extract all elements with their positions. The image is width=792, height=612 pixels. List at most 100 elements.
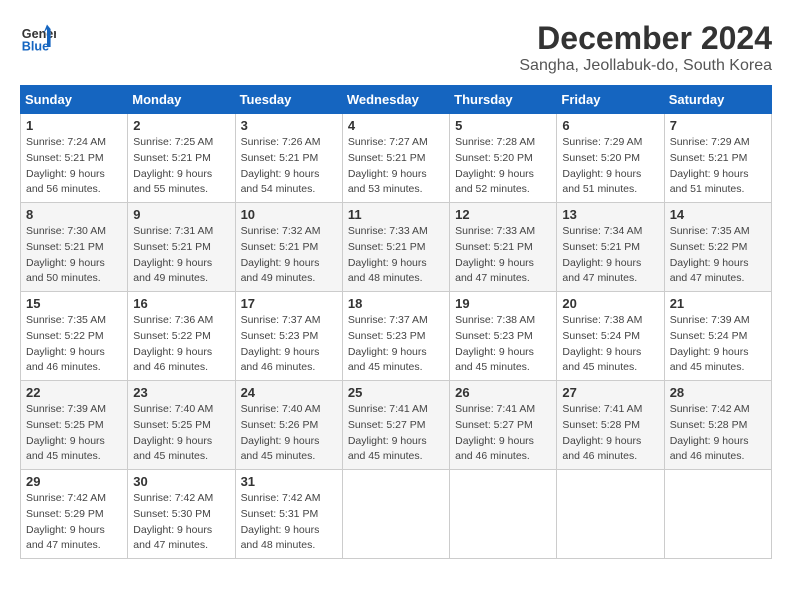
calendar-week-row: 8 Sunrise: 7:30 AM Sunset: 5:21 PM Dayli…: [21, 203, 772, 292]
day-number: 6: [562, 118, 658, 133]
day-info: Sunrise: 7:36 AM Sunset: 5:22 PM Dayligh…: [133, 313, 229, 376]
calendar-day-cell: 18 Sunrise: 7:37 AM Sunset: 5:23 PM Dayl…: [342, 292, 449, 381]
calendar-day-cell: 20 Sunrise: 7:38 AM Sunset: 5:24 PM Dayl…: [557, 292, 664, 381]
day-number: 26: [455, 385, 551, 400]
weekday-header: Tuesday: [235, 86, 342, 114]
calendar-day-cell: 16 Sunrise: 7:36 AM Sunset: 5:22 PM Dayl…: [128, 292, 235, 381]
calendar-day-cell: 30 Sunrise: 7:42 AM Sunset: 5:30 PM Dayl…: [128, 470, 235, 559]
day-info: Sunrise: 7:35 AM Sunset: 5:22 PM Dayligh…: [26, 313, 122, 376]
day-info: Sunrise: 7:42 AM Sunset: 5:29 PM Dayligh…: [26, 491, 122, 554]
day-info: Sunrise: 7:28 AM Sunset: 5:20 PM Dayligh…: [455, 135, 551, 198]
day-number: 27: [562, 385, 658, 400]
calendar-day-cell: 2 Sunrise: 7:25 AM Sunset: 5:21 PM Dayli…: [128, 114, 235, 203]
calendar-day-cell: 25 Sunrise: 7:41 AM Sunset: 5:27 PM Dayl…: [342, 381, 449, 470]
day-info: Sunrise: 7:26 AM Sunset: 5:21 PM Dayligh…: [241, 135, 337, 198]
day-info: Sunrise: 7:31 AM Sunset: 5:21 PM Dayligh…: [133, 224, 229, 287]
location-subtitle: Sangha, Jeollabuk-do, South Korea: [519, 57, 772, 75]
day-info: Sunrise: 7:41 AM Sunset: 5:28 PM Dayligh…: [562, 402, 658, 465]
day-info: Sunrise: 7:41 AM Sunset: 5:27 PM Dayligh…: [348, 402, 444, 465]
calendar-day-cell: [342, 470, 449, 559]
day-number: 25: [348, 385, 444, 400]
day-info: Sunrise: 7:30 AM Sunset: 5:21 PM Dayligh…: [26, 224, 122, 287]
day-info: Sunrise: 7:25 AM Sunset: 5:21 PM Dayligh…: [133, 135, 229, 198]
day-number: 13: [562, 207, 658, 222]
calendar-day-cell: 9 Sunrise: 7:31 AM Sunset: 5:21 PM Dayli…: [128, 203, 235, 292]
calendar-day-cell: 11 Sunrise: 7:33 AM Sunset: 5:21 PM Dayl…: [342, 203, 449, 292]
day-info: Sunrise: 7:42 AM Sunset: 5:31 PM Dayligh…: [241, 491, 337, 554]
calendar-day-cell: 7 Sunrise: 7:29 AM Sunset: 5:21 PM Dayli…: [664, 114, 771, 203]
weekday-header: Thursday: [450, 86, 557, 114]
day-number: 5: [455, 118, 551, 133]
day-number: 23: [133, 385, 229, 400]
day-number: 2: [133, 118, 229, 133]
day-info: Sunrise: 7:39 AM Sunset: 5:24 PM Dayligh…: [670, 313, 766, 376]
calendar-week-row: 1 Sunrise: 7:24 AM Sunset: 5:21 PM Dayli…: [21, 114, 772, 203]
day-info: Sunrise: 7:24 AM Sunset: 5:21 PM Dayligh…: [26, 135, 122, 198]
day-number: 21: [670, 296, 766, 311]
calendar-day-cell: 17 Sunrise: 7:37 AM Sunset: 5:23 PM Dayl…: [235, 292, 342, 381]
calendar-day-cell: 26 Sunrise: 7:41 AM Sunset: 5:27 PM Dayl…: [450, 381, 557, 470]
day-number: 11: [348, 207, 444, 222]
calendar-day-cell: [664, 470, 771, 559]
page-header: General Blue December 2024 Sangha, Jeoll…: [20, 20, 772, 75]
calendar-day-cell: 21 Sunrise: 7:39 AM Sunset: 5:24 PM Dayl…: [664, 292, 771, 381]
calendar-day-cell: 14 Sunrise: 7:35 AM Sunset: 5:22 PM Dayl…: [664, 203, 771, 292]
day-number: 9: [133, 207, 229, 222]
weekday-header: Wednesday: [342, 86, 449, 114]
title-block: December 2024 Sangha, Jeollabuk-do, Sout…: [519, 20, 772, 75]
day-info: Sunrise: 7:41 AM Sunset: 5:27 PM Dayligh…: [455, 402, 551, 465]
calendar-day-cell: 12 Sunrise: 7:33 AM Sunset: 5:21 PM Dayl…: [450, 203, 557, 292]
calendar-day-cell: 10 Sunrise: 7:32 AM Sunset: 5:21 PM Dayl…: [235, 203, 342, 292]
calendar-day-cell: 1 Sunrise: 7:24 AM Sunset: 5:21 PM Dayli…: [21, 114, 128, 203]
day-number: 1: [26, 118, 122, 133]
calendar-day-cell: 23 Sunrise: 7:40 AM Sunset: 5:25 PM Dayl…: [128, 381, 235, 470]
day-number: 12: [455, 207, 551, 222]
day-number: 18: [348, 296, 444, 311]
day-number: 7: [670, 118, 766, 133]
logo-icon: General Blue: [20, 20, 56, 56]
calendar-day-cell: 22 Sunrise: 7:39 AM Sunset: 5:25 PM Dayl…: [21, 381, 128, 470]
day-number: 28: [670, 385, 766, 400]
day-number: 14: [670, 207, 766, 222]
calendar-day-cell: 5 Sunrise: 7:28 AM Sunset: 5:20 PM Dayli…: [450, 114, 557, 203]
calendar-week-row: 15 Sunrise: 7:35 AM Sunset: 5:22 PM Dayl…: [21, 292, 772, 381]
day-info: Sunrise: 7:40 AM Sunset: 5:26 PM Dayligh…: [241, 402, 337, 465]
calendar-week-row: 22 Sunrise: 7:39 AM Sunset: 5:25 PM Dayl…: [21, 381, 772, 470]
calendar-header-row: SundayMondayTuesdayWednesdayThursdayFrid…: [21, 86, 772, 114]
day-number: 3: [241, 118, 337, 133]
day-info: Sunrise: 7:35 AM Sunset: 5:22 PM Dayligh…: [670, 224, 766, 287]
day-info: Sunrise: 7:38 AM Sunset: 5:23 PM Dayligh…: [455, 313, 551, 376]
day-info: Sunrise: 7:37 AM Sunset: 5:23 PM Dayligh…: [241, 313, 337, 376]
calendar-day-cell: [450, 470, 557, 559]
day-number: 15: [26, 296, 122, 311]
day-number: 31: [241, 474, 337, 489]
calendar-day-cell: 19 Sunrise: 7:38 AM Sunset: 5:23 PM Dayl…: [450, 292, 557, 381]
day-info: Sunrise: 7:33 AM Sunset: 5:21 PM Dayligh…: [348, 224, 444, 287]
day-number: 8: [26, 207, 122, 222]
day-info: Sunrise: 7:27 AM Sunset: 5:21 PM Dayligh…: [348, 135, 444, 198]
calendar-day-cell: 24 Sunrise: 7:40 AM Sunset: 5:26 PM Dayl…: [235, 381, 342, 470]
day-info: Sunrise: 7:40 AM Sunset: 5:25 PM Dayligh…: [133, 402, 229, 465]
day-info: Sunrise: 7:42 AM Sunset: 5:30 PM Dayligh…: [133, 491, 229, 554]
calendar-table: SundayMondayTuesdayWednesdayThursdayFrid…: [20, 85, 772, 559]
weekday-header: Monday: [128, 86, 235, 114]
calendar-day-cell: 13 Sunrise: 7:34 AM Sunset: 5:21 PM Dayl…: [557, 203, 664, 292]
day-info: Sunrise: 7:29 AM Sunset: 5:20 PM Dayligh…: [562, 135, 658, 198]
logo: General Blue: [20, 20, 56, 56]
calendar-day-cell: 15 Sunrise: 7:35 AM Sunset: 5:22 PM Dayl…: [21, 292, 128, 381]
day-info: Sunrise: 7:38 AM Sunset: 5:24 PM Dayligh…: [562, 313, 658, 376]
calendar-day-cell: [557, 470, 664, 559]
day-info: Sunrise: 7:34 AM Sunset: 5:21 PM Dayligh…: [562, 224, 658, 287]
day-number: 17: [241, 296, 337, 311]
day-number: 24: [241, 385, 337, 400]
day-info: Sunrise: 7:33 AM Sunset: 5:21 PM Dayligh…: [455, 224, 551, 287]
calendar-day-cell: 3 Sunrise: 7:26 AM Sunset: 5:21 PM Dayli…: [235, 114, 342, 203]
day-info: Sunrise: 7:39 AM Sunset: 5:25 PM Dayligh…: [26, 402, 122, 465]
day-number: 19: [455, 296, 551, 311]
weekday-header: Sunday: [21, 86, 128, 114]
day-number: 20: [562, 296, 658, 311]
day-number: 29: [26, 474, 122, 489]
day-info: Sunrise: 7:42 AM Sunset: 5:28 PM Dayligh…: [670, 402, 766, 465]
day-number: 22: [26, 385, 122, 400]
calendar-week-row: 29 Sunrise: 7:42 AM Sunset: 5:29 PM Dayl…: [21, 470, 772, 559]
